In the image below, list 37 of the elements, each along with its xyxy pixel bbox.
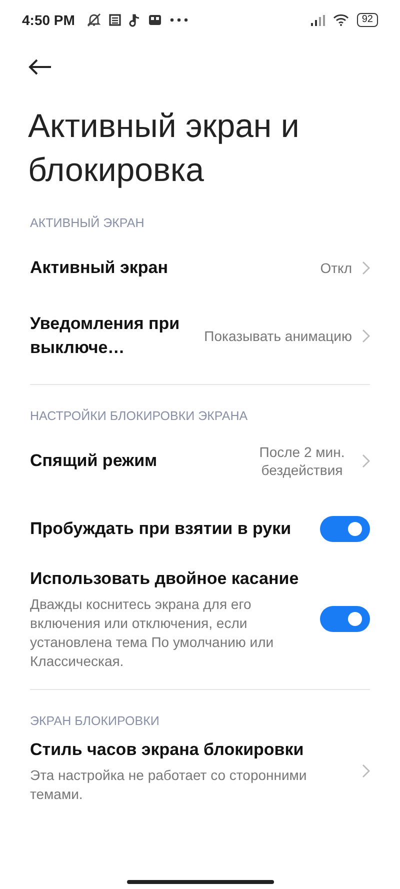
section-header: НАСТРОЙКИ БЛОКИРОВКИ ЭКРАНА [30,409,249,423]
status-time: 4:50 PM [22,12,75,28]
gamepad-icon [148,14,162,26]
setting-title: Спящий режим [30,450,158,472]
toggle-switch[interactable] [320,516,370,542]
toggle-switch[interactable] [320,606,370,632]
setting-row[interactable]: Спящий режим После 2 мин. бездействия [0,431,400,491]
setting-title: Уведомления при выключе… [30,313,181,359]
chevron-icon [362,329,370,343]
setting-value: После 2 мин. бездействия [258,443,346,479]
music-note-icon [128,14,140,26]
setting-title: Активный экран [30,257,169,279]
setting-title: Стиль часов экрана блокировки [30,739,305,761]
chevron-icon [362,454,370,468]
setting-description: Эта настройка не работает со сторонними темами. [30,766,308,804]
wifi-icon [332,14,349,26]
setting-row[interactable]: Активный экран Откл [0,238,400,298]
chevron-icon [362,764,370,778]
bell-off-icon [86,13,101,27]
newspaper-icon [108,14,121,26]
setting-value: Откл [320,259,352,277]
page-title: Активный экран и блокировка [28,106,300,190]
setting-row[interactable]: Пробуждать при взятии в руки [0,499,400,559]
setting-row[interactable]: Уведомления при выключе… Показывать анимацию [0,306,400,366]
setting-title: Пробуждать при взятии в руки [30,518,292,540]
chevron-icon [362,261,370,275]
setting-row[interactable]: Использовать двойное касание Дважды коснитесь экрана для его включения или отключения, если установлена тема По умолчанию или Классическая. [0,567,400,671]
setting-title: Использовать двойное касание [30,568,300,590]
setting-description: Дважды коснитесь экрана для его включения или отключения, если установлена тема По умолчанию или Классическая. [30,595,275,671]
back-arrow-icon [28,59,52,75]
more-icon [170,18,188,22]
setting-value: Показывать анимацию [204,327,352,345]
signal-icon [310,14,325,26]
section-header: ЭКРАН БЛОКИРОВКИ [30,714,160,728]
battery-level: 92 [356,13,378,27]
setting-row[interactable]: Стиль часов экрана блокировки Эта настройка не работает со сторонними темами. [0,736,400,806]
section-header: АКТИВНЫЙ ЭКРАН [30,216,146,230]
